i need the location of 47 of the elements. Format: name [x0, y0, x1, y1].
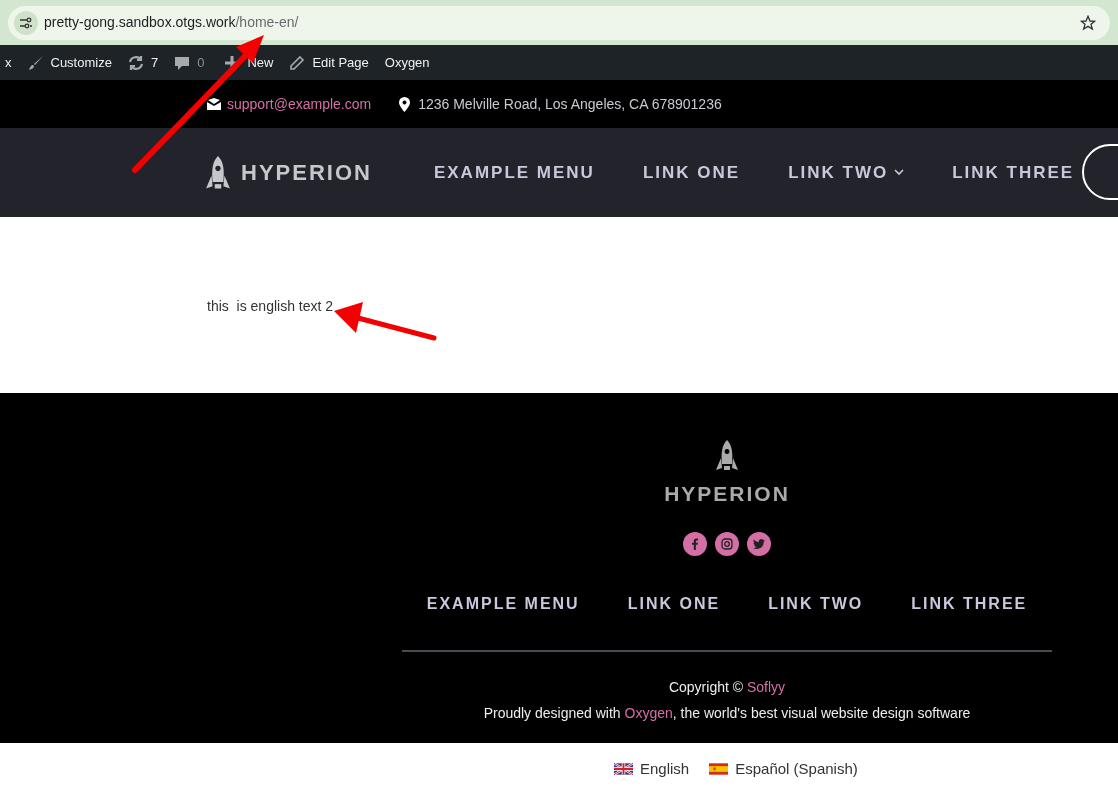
admin-bar-item[interactable]: Edit Page	[281, 52, 377, 73]
instagram-icon	[721, 537, 733, 550]
language-link[interactable]: Español (Spanish)	[709, 757, 858, 781]
url-text: pretty-gong.sandbox.otgs.work/home-en/	[44, 13, 299, 32]
admin-bar-item[interactable]: 7	[119, 52, 167, 73]
uk-flag-icon	[614, 763, 633, 775]
admin-bar-item[interactable]: 0	[166, 52, 213, 73]
comment-icon	[174, 54, 191, 71]
admin-bar-item[interactable]: New	[216, 52, 282, 73]
nav-link[interactable]: LINK ONE	[642, 159, 741, 186]
credit-text: Proudly designed with Oxygen, the world's best visual website design software	[483, 703, 971, 723]
footer-nav-link[interactable]: LINK ONE	[627, 591, 721, 616]
language-link[interactable]: English	[614, 757, 690, 781]
brush-icon	[27, 54, 44, 71]
refresh-icon	[127, 54, 144, 71]
rocket-icon	[715, 440, 739, 472]
admin-bar-item[interactable]: x	[0, 52, 20, 73]
footer-logo: HYPERION	[664, 481, 790, 507]
oxygen-link[interactable]: Oxygen	[624, 704, 673, 721]
email-link[interactable]: support@example.com	[227, 93, 372, 115]
social-link[interactable]	[683, 531, 707, 556]
address-text: 1236 Melville Road, Los Angeles, CA 678901236	[418, 94, 722, 114]
footer-nav-link[interactable]: EXAMPLE MENU	[426, 591, 580, 616]
site-settings-icon[interactable]	[14, 10, 38, 35]
nav-link[interactable]: LINK THREE	[952, 159, 1075, 186]
bookmark-star-icon[interactable]	[1080, 14, 1096, 31]
admin-bar-item[interactable]: Customize	[19, 52, 120, 73]
spain-flag-icon	[709, 763, 729, 775]
rocket-icon	[205, 155, 231, 190]
social-link[interactable]	[715, 531, 739, 556]
address-bar[interactable]: pretty-gong.sandbox.otgs.work/home-en/	[8, 5, 1110, 40]
facebook-icon	[690, 537, 700, 550]
admin-bar-item[interactable]: Oxygen	[376, 52, 438, 73]
envelope-icon	[207, 98, 221, 110]
bird-icon	[753, 538, 765, 549]
footer-nav-link[interactable]: LINK THREE	[911, 591, 1028, 616]
pencil-icon	[289, 54, 306, 71]
nav-link[interactable]: LINK TWO	[788, 159, 905, 186]
social-link[interactable]	[747, 531, 771, 556]
site-logo[interactable]: HYPERION	[205, 155, 372, 190]
chevron-down-icon	[894, 169, 905, 176]
footer-nav-link[interactable]: LINK TWO	[768, 591, 864, 616]
location-pin-icon	[399, 96, 411, 112]
copyright-text: Copyright © Soflyy	[668, 677, 786, 697]
nav-link[interactable]: EXAMPLE MENU	[433, 159, 595, 186]
copyright-link[interactable]: Soflyy	[746, 678, 786, 695]
body-text: this is english text 2	[207, 297, 335, 316]
